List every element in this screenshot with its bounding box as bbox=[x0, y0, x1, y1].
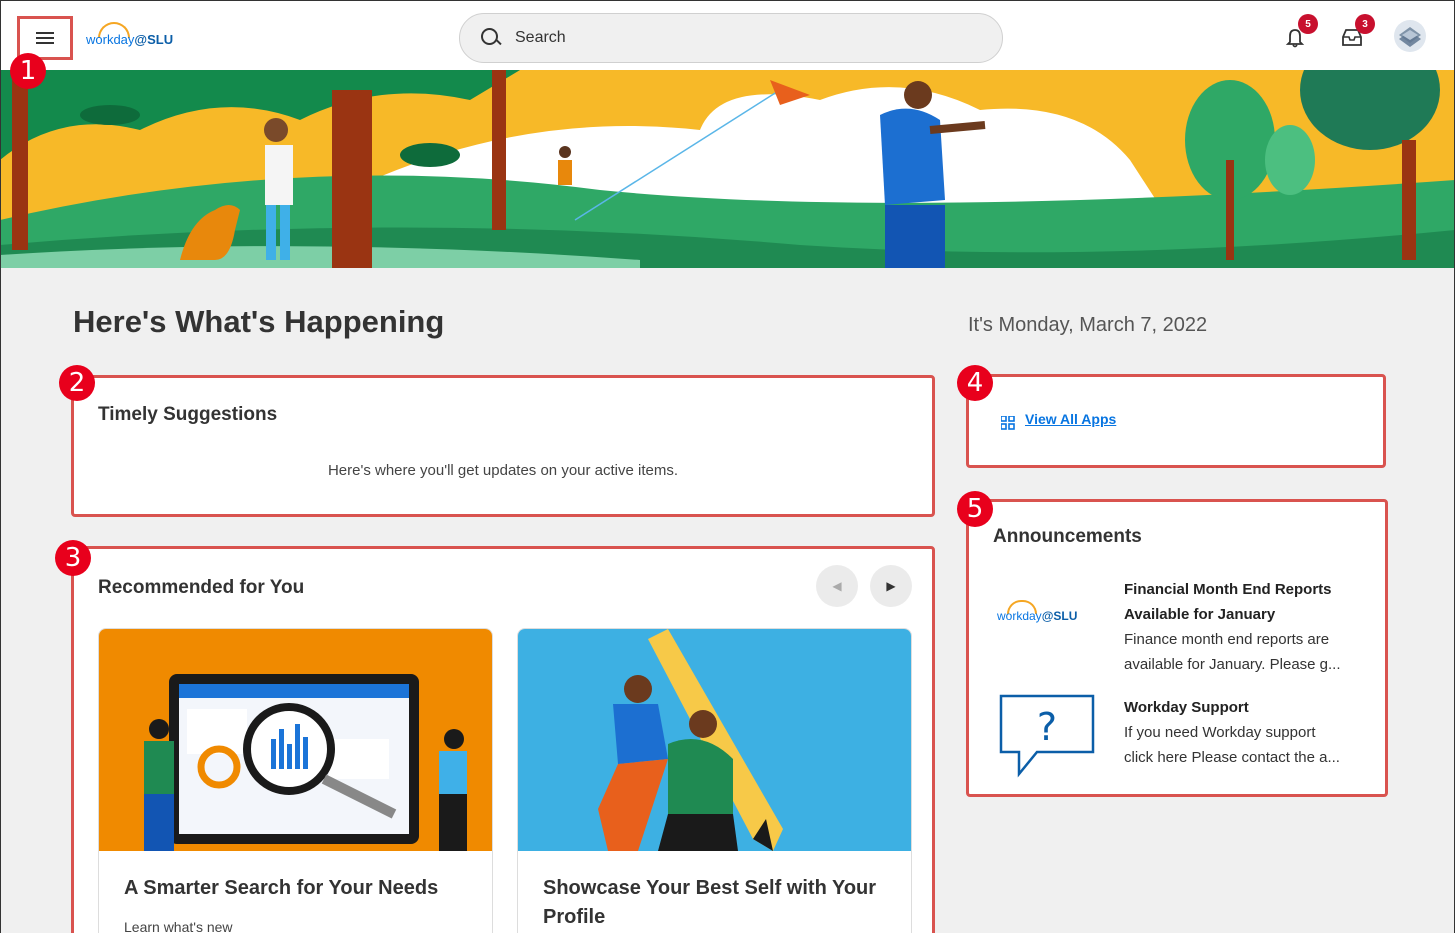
next-button[interactable]: ▶ bbox=[870, 565, 912, 607]
profile-illustration bbox=[518, 629, 911, 851]
recommended-title: Recommended for You bbox=[98, 577, 305, 598]
announcement-heading[interactable]: Available for January bbox=[1124, 602, 1275, 627]
recommendation-card[interactable]: Showcase Your Best Self with Your Profil… bbox=[517, 628, 912, 933]
callout-3: 3 bbox=[55, 540, 91, 576]
callout-5: 5 bbox=[957, 491, 993, 527]
avatar-icon bbox=[1394, 20, 1426, 52]
callout-4: 4 bbox=[957, 365, 993, 401]
announcement-heading[interactable]: Financial Month End Reports bbox=[1124, 577, 1332, 602]
timely-suggestions-title: Timely Suggestions bbox=[98, 404, 278, 425]
triangle-right-icon: ▶ bbox=[886, 579, 896, 593]
notifications-badge: 5 bbox=[1298, 14, 1318, 34]
profile-avatar[interactable] bbox=[1393, 19, 1427, 53]
svg-text:?: ? bbox=[1037, 705, 1057, 749]
announcement-body: If you need Workday support bbox=[1124, 724, 1316, 741]
announcement-heading[interactable]: Workday Support bbox=[1124, 695, 1249, 720]
announcements-title: Announcements bbox=[993, 526, 1142, 547]
search-illustration bbox=[99, 629, 492, 851]
hero-illustration bbox=[0, 70, 1455, 268]
recommended-card: Recommended for You ◀ ▶ A Smarter Search… bbox=[71, 546, 935, 933]
search-icon bbox=[480, 27, 502, 49]
announcement-body: Finance month end reports are bbox=[1124, 631, 1330, 648]
hamburger-icon bbox=[36, 32, 54, 44]
announcement-logo: workday@SLU bbox=[997, 600, 1097, 626]
callout-2: 2 bbox=[59, 365, 95, 401]
search-placeholder: Search bbox=[515, 29, 566, 46]
announcements-card: Announcements workday@SLU Financial Mont… bbox=[966, 499, 1388, 797]
announcement-body: available for January. Please g... bbox=[1124, 656, 1341, 673]
callout-1: 1 bbox=[10, 53, 46, 89]
announcement-body: click here Please contact the a... bbox=[1124, 749, 1340, 766]
recommendation-subtitle: Learn what's new bbox=[124, 919, 233, 933]
recommendation-title: Showcase Your Best Self with Your Profil… bbox=[543, 877, 877, 928]
prev-button[interactable]: ◀ bbox=[816, 565, 858, 607]
view-all-apps-link[interactable]: View All Apps bbox=[1025, 411, 1116, 427]
workday-logo[interactable]: workday@SLU bbox=[86, 22, 196, 50]
recommendation-title: A Smarter Search for Your Needs bbox=[124, 877, 439, 899]
recommendation-card[interactable]: A Smarter Search for Your Needs Learn wh… bbox=[98, 628, 493, 933]
timely-suggestions-message: Here's where you'll get updates on your … bbox=[327, 462, 679, 479]
page-title: Here's What's Happening bbox=[73, 304, 445, 339]
inbox-badge: 3 bbox=[1355, 14, 1375, 34]
timely-suggestions-card: Timely Suggestions Here's where you'll g… bbox=[71, 375, 935, 517]
search-input[interactable]: Search bbox=[459, 13, 1003, 63]
top-bar: workday@SLU Search 5 3 bbox=[0, 0, 1455, 70]
question-bubble-icon: ? bbox=[999, 694, 1095, 778]
current-date: It's Monday, March 7, 2022 bbox=[968, 314, 1208, 336]
hero-banner bbox=[0, 70, 1455, 268]
grid-icon bbox=[1001, 416, 1015, 430]
triangle-left-icon: ◀ bbox=[832, 579, 842, 593]
